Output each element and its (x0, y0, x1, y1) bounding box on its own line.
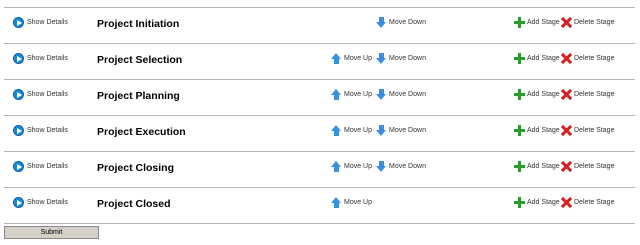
move-up-label: Move Up (344, 55, 373, 62)
add-stage-button[interactable]: Add Stage (514, 161, 560, 172)
add-stage-button[interactable]: Add Stage (514, 125, 560, 136)
plus-icon (514, 161, 525, 172)
play-circle-icon (13, 161, 24, 172)
add-stage-button[interactable]: Add Stage (514, 89, 560, 100)
delete-stage-button[interactable]: Delete Stage (561, 89, 614, 100)
plus-icon (514, 17, 525, 28)
stage-name: Project Initiation (97, 18, 180, 30)
add-stage-button[interactable]: Add Stage (514, 53, 560, 64)
stage-row: Show Details Project Planning Move Up Mo… (4, 79, 635, 115)
arrow-down-icon (376, 17, 387, 28)
move-up-button[interactable]: Move Up (331, 197, 372, 208)
show-details-label: Show Details (27, 127, 68, 134)
show-details-button[interactable]: Show Details (13, 197, 68, 208)
move-down-label: Move Down (389, 91, 426, 98)
arrow-up-icon (331, 125, 342, 136)
stage-row: Show Details Project Initiation Move Dow… (4, 7, 635, 43)
stage-name: Project Planning (97, 90, 180, 102)
move-down-button[interactable]: Move Down (376, 161, 426, 172)
delete-stage-label: Delete Stage (574, 163, 615, 170)
show-details-button[interactable]: Show Details (13, 125, 68, 136)
show-details-button[interactable]: Show Details (13, 161, 68, 172)
stage-name: Project Execution (97, 126, 186, 138)
delete-x-icon (561, 197, 572, 208)
move-up-button[interactable]: Move Up (331, 53, 372, 64)
show-details-button[interactable]: Show Details (13, 53, 68, 64)
delete-x-icon (561, 161, 572, 172)
delete-stage-button[interactable]: Delete Stage (561, 197, 614, 208)
plus-icon (514, 197, 525, 208)
play-circle-icon (13, 53, 24, 64)
plus-icon (514, 53, 525, 64)
add-stage-label: Add Stage (527, 199, 560, 206)
delete-x-icon (561, 53, 572, 64)
delete-stage-button[interactable]: Delete Stage (561, 53, 614, 64)
move-down-label: Move Down (389, 55, 426, 62)
delete-stage-button[interactable]: Delete Stage (561, 125, 614, 136)
play-circle-icon (13, 17, 24, 28)
show-details-label: Show Details (27, 91, 68, 98)
plus-icon (514, 89, 525, 100)
move-up-button[interactable]: Move Up (331, 161, 372, 172)
add-stage-label: Add Stage (527, 163, 560, 170)
stage-list: Show Details Project Initiation Move Dow… (4, 7, 635, 224)
arrow-down-icon (376, 161, 387, 172)
show-details-label: Show Details (27, 19, 68, 26)
submit-button[interactable]: Submit (4, 226, 99, 239)
add-stage-button[interactable]: Add Stage (514, 197, 560, 208)
show-details-label: Show Details (27, 199, 68, 206)
play-circle-icon (13, 89, 24, 100)
delete-x-icon (561, 89, 572, 100)
arrow-up-icon (331, 197, 342, 208)
arrow-up-icon (331, 89, 342, 100)
arrow-down-icon (376, 89, 387, 100)
move-up-button[interactable]: Move Up (331, 89, 372, 100)
delete-stage-button[interactable]: Delete Stage (561, 17, 614, 28)
move-down-button[interactable]: Move Down (376, 17, 426, 28)
add-stage-label: Add Stage (527, 19, 560, 26)
show-details-button[interactable]: Show Details (13, 89, 68, 100)
play-circle-icon (13, 197, 24, 208)
move-up-label: Move Up (344, 91, 373, 98)
add-stage-button[interactable]: Add Stage (514, 17, 560, 28)
delete-stage-label: Delete Stage (574, 199, 615, 206)
delete-x-icon (561, 17, 572, 28)
add-stage-label: Add Stage (527, 55, 560, 62)
plus-icon (514, 125, 525, 136)
add-stage-label: Add Stage (527, 91, 560, 98)
move-up-label: Move Up (344, 199, 373, 206)
delete-stage-label: Delete Stage (574, 91, 615, 98)
move-down-label: Move Down (389, 127, 426, 134)
move-down-button[interactable]: Move Down (376, 53, 426, 64)
delete-stage-label: Delete Stage (574, 19, 615, 26)
move-up-button[interactable]: Move Up (331, 125, 372, 136)
play-circle-icon (13, 125, 24, 136)
stage-row: Show Details Project Selection Move Up M… (4, 43, 635, 79)
delete-stage-label: Delete Stage (574, 127, 615, 134)
stage-name: Project Selection (97, 54, 183, 66)
delete-stage-button[interactable]: Delete Stage (561, 161, 614, 172)
move-down-button[interactable]: Move Down (376, 125, 426, 136)
move-down-button[interactable]: Move Down (376, 89, 426, 100)
stage-row: Show Details Project Closed Move Up Add … (4, 187, 635, 224)
show-details-label: Show Details (27, 55, 68, 62)
stage-name: Project Closing (97, 162, 175, 174)
arrow-down-icon (376, 125, 387, 136)
arrow-up-icon (331, 161, 342, 172)
arrow-up-icon (331, 53, 342, 64)
stage-name: Project Closed (97, 198, 171, 210)
delete-x-icon (561, 125, 572, 136)
show-details-label: Show Details (27, 163, 68, 170)
move-up-label: Move Up (344, 127, 373, 134)
move-down-label: Move Down (389, 163, 426, 170)
move-up-label: Move Up (344, 163, 373, 170)
delete-stage-label: Delete Stage (574, 55, 615, 62)
show-details-button[interactable]: Show Details (13, 17, 68, 28)
stage-row: Show Details Project Closing Move Up Mov… (4, 151, 635, 187)
add-stage-label: Add Stage (527, 127, 560, 134)
move-down-label: Move Down (389, 19, 426, 26)
stage-row: Show Details Project Execution Move Up M… (4, 115, 635, 151)
arrow-down-icon (376, 53, 387, 64)
